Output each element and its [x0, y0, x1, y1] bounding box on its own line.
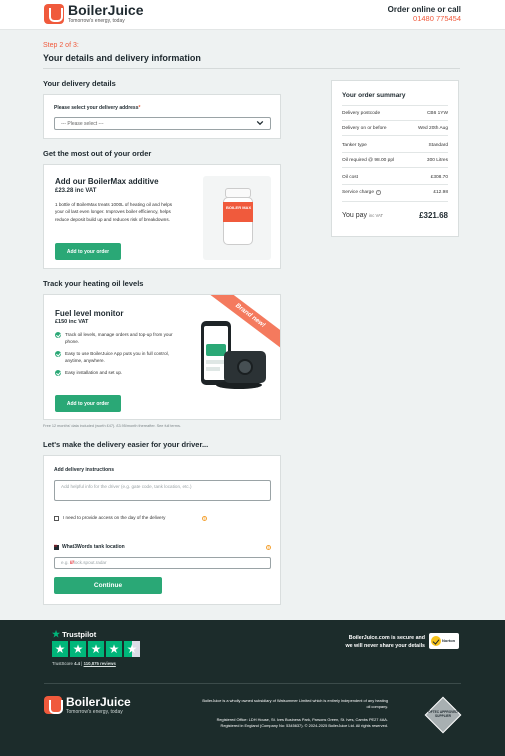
list-item: Easy to use BoilerJuice App puts you in …	[55, 350, 185, 364]
trustscore: TrustScore 4.4 | 110,875 reviews	[52, 661, 116, 666]
star-icon: ★	[70, 641, 86, 657]
page-title: Your details and delivery information	[43, 53, 201, 63]
chevron-down-icon	[256, 120, 264, 126]
boilerjuice-logo-icon	[44, 3, 64, 24]
reviews-link[interactable]: 110,875 reviews	[84, 661, 116, 666]
boilermax-description: 1 bottle of BoilerMax treats 1000L of he…	[55, 202, 173, 222]
order-online-label: Order online or call	[387, 5, 461, 14]
trustpilot-logo[interactable]: ★ Trustpilot	[52, 629, 96, 640]
delivery-address-card: Please select your delivery address* ---…	[43, 94, 281, 139]
footer-legal-text: BoilerJuice is a wholly owned subsidiary…	[202, 698, 388, 729]
order-total: £321.68	[419, 211, 448, 220]
boilermax-card: Add our BoilerMax additive £23.28 inc VA…	[43, 164, 281, 269]
boilerjuice-logo-icon	[44, 695, 63, 714]
summary-row: Oil cost £308.70	[342, 175, 448, 180]
instructions-textarea[interactable]: Add helpful info for the driver (e.g. ga…	[54, 480, 271, 501]
info-icon[interactable]: ?	[266, 545, 271, 550]
boilermax-product-image: BOILER MAX	[203, 176, 271, 260]
list-item: Track oil levels, manage orders and top-…	[55, 331, 185, 345]
divider	[43, 68, 460, 69]
continue-button[interactable]: Continue	[54, 577, 162, 594]
step-indicator: Step 2 of 3:	[43, 42, 79, 49]
half-star-icon: ★	[124, 641, 140, 657]
star-icon: ★	[88, 641, 104, 657]
monitor-price: £150 inc VAT	[55, 319, 89, 325]
address-select[interactable]: --- Please select ---	[54, 117, 271, 130]
check-icon	[55, 351, 61, 357]
list-item: Easy installation and set up.	[55, 369, 185, 376]
delivery-section-title: Your delivery details	[43, 79, 116, 88]
summary-row: Service charge? £12.98	[342, 190, 448, 195]
monitor-section-title: Track your heating oil levels	[43, 279, 144, 288]
boilermax-price: £23.28 inc VAT	[55, 188, 97, 194]
order-online: Order online or call 01480 775454	[388, 5, 461, 23]
star-icon: ★	[106, 641, 122, 657]
driver-card: Add delivery instructions Add helpful in…	[43, 455, 281, 605]
summary-row: Tanker type Standard	[342, 143, 448, 148]
bottle-label: BOILER MAX	[226, 205, 252, 210]
monitor-fine-print: Free 12 months' data included (worth £47…	[43, 424, 181, 428]
check-icon	[55, 370, 61, 376]
boilermax-section-title: Get the most out of your order	[43, 149, 152, 158]
footer-logo[interactable]: BoilerJuice Tomorrow's energy, today	[44, 694, 131, 715]
sensor-device-icon	[224, 351, 266, 383]
site-footer: ★ Trustpilot ★ ★ ★ ★ ★ TrustScore 4.4 | 1…	[0, 620, 505, 756]
phone-link[interactable]: 01480 775454	[388, 14, 461, 23]
summary-row: Oil required @ 98.00 ppl 300 Litres	[342, 158, 448, 163]
you-pay-label: You pay inc VAT	[342, 212, 384, 219]
bottle-icon: BOILER MAX	[223, 188, 253, 246]
address-select-value: --- Please select ---	[61, 121, 104, 127]
check-icon	[55, 332, 61, 338]
summary-title: Your order summary	[342, 92, 406, 99]
trustpilot-star-icon: ★	[52, 629, 61, 639]
monitor-feature-list: Track oil levels, manage orders and top-…	[55, 331, 185, 381]
boilermax-title: Add our BoilerMax additive	[55, 177, 159, 186]
monitor-title: Fuel level monitor	[55, 309, 124, 318]
help-icon[interactable]: ?	[376, 190, 381, 195]
add-boilermax-button[interactable]: Add to your order	[55, 243, 121, 260]
brand-tagline: Tomorrow's energy, today	[68, 18, 125, 24]
norton-badge: Norton	[429, 633, 459, 649]
brand-logo[interactable]: BoilerJuice Tomorrow's energy, today	[44, 3, 143, 24]
secure-notice: BoilerJuice.com is secure and we will ne…	[345, 635, 426, 649]
star-icon: ★	[52, 641, 68, 657]
add-monitor-button[interactable]: Add to your order	[55, 395, 121, 412]
summary-row: Delivery on or before Wed 20th Aug	[342, 126, 448, 131]
driver-section-title: Let's make the delivery easier for your …	[43, 440, 209, 449]
info-icon[interactable]: ?	[202, 516, 207, 521]
what3words-icon	[54, 544, 59, 550]
w3w-label: What3Words tank location	[62, 544, 125, 550]
brand-name: BoilerJuice	[68, 2, 144, 18]
address-label: Please select your delivery address*	[54, 105, 141, 111]
checkmark-icon	[431, 636, 441, 646]
monitor-product-image	[194, 321, 274, 401]
trustpilot-rating: ★ ★ ★ ★ ★	[52, 641, 140, 657]
access-label: I need to provide access on the day of t…	[63, 515, 166, 520]
site-header: BoilerJuice Tomorrow's energy, today Ord…	[0, 0, 505, 30]
fuel-monitor-card: Fuel level monitor £150 inc VAT Track oi…	[43, 294, 281, 420]
summary-row: Delivery postcode CB6 1YW	[342, 111, 448, 116]
order-summary-card: Your order summary Delivery postcode CB6 …	[331, 80, 459, 237]
access-checkbox[interactable]	[54, 516, 59, 521]
instructions-placeholder: Add helpful info for the driver (e.g. ga…	[61, 484, 192, 489]
oftec-badge: OFTEC APPROVED SUPPLIER	[424, 696, 462, 734]
instructions-label: Add delivery instructions	[54, 467, 115, 473]
w3w-input[interactable]: e.g. ///lock.spout.radar	[54, 557, 271, 569]
